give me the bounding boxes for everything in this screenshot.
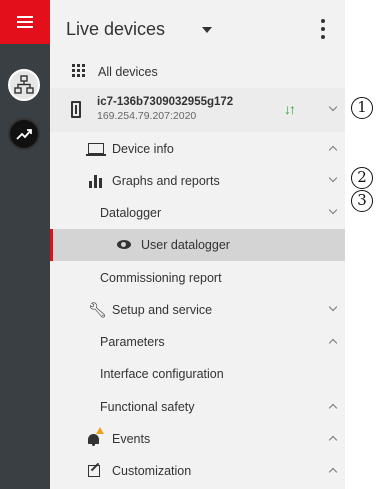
- callout-3: 3: [351, 190, 373, 212]
- chevron-down-icon[interactable]: [328, 173, 338, 183]
- menu-label: Setup and service: [112, 303, 213, 317]
- bar-chart-icon: [89, 174, 103, 188]
- chevron-up-icon[interactable]: [328, 435, 338, 445]
- menu-label: User datalogger: [141, 238, 230, 252]
- network-topology-button[interactable]: [8, 69, 40, 101]
- chevron-up-icon[interactable]: [328, 338, 338, 348]
- device-name: ic7-136b7309032955g172: [97, 96, 234, 108]
- menu-label: Commissioning report: [100, 271, 222, 285]
- menu-item-setup-service[interactable]: 🔧︎ Setup and service: [50, 294, 345, 326]
- chevron-down-icon[interactable]: [328, 302, 338, 312]
- menu-item-functional-safety[interactable]: Functional safety: [50, 391, 345, 423]
- callout-1: 1: [351, 97, 373, 119]
- menu-item-user-datalogger[interactable]: User datalogger: [50, 229, 345, 261]
- all-devices-item[interactable]: All devices: [50, 56, 345, 88]
- all-devices-label: All devices: [98, 65, 158, 79]
- grid-icon: [72, 64, 86, 78]
- menu-item-interface-configuration[interactable]: Interface configuration: [50, 358, 345, 390]
- hamburger-icon: [17, 16, 33, 18]
- trend-button[interactable]: [8, 118, 40, 150]
- menu-label: Parameters: [100, 335, 165, 349]
- eye-icon: [117, 240, 131, 249]
- menu-label: Events: [112, 432, 151, 446]
- drive-device-icon: [71, 101, 81, 118]
- menu-item-datalogger[interactable]: Datalogger: [50, 197, 345, 229]
- left-rail: [0, 0, 50, 489]
- chevron-up-icon[interactable]: [328, 467, 338, 477]
- callout-2: 2: [351, 167, 373, 189]
- connection-status-icon: ↓↑: [284, 101, 296, 117]
- hamburger-menu-button[interactable]: [0, 0, 50, 44]
- menu-item-graphs-reports[interactable]: Graphs and reports: [50, 165, 345, 197]
- chevron-up-icon[interactable]: [328, 145, 338, 155]
- menu-label: Functional safety: [100, 400, 195, 414]
- hamburger-icon-bar: [17, 21, 33, 23]
- menu-label: Customization: [112, 464, 192, 478]
- page-title[interactable]: Live devices: [66, 19, 165, 40]
- edit-icon: [88, 465, 100, 477]
- device-item[interactable]: ic7-136b7309032955g172 169.254.79.207:20…: [50, 88, 345, 132]
- menu-item-parameters[interactable]: Parameters: [50, 326, 345, 358]
- menu-label: Device info: [112, 142, 174, 156]
- panel-header: Live devices: [50, 0, 345, 58]
- more-options-icon[interactable]: [320, 19, 326, 39]
- bell-icon: [88, 434, 99, 446]
- chevron-down-icon[interactable]: [202, 27, 212, 33]
- menu-label: Interface configuration: [100, 367, 224, 381]
- hamburger-icon-bar: [17, 26, 33, 28]
- chevron-down-icon[interactable]: [328, 102, 338, 112]
- menu-item-customization[interactable]: Customization: [50, 455, 345, 487]
- menu-item-commissioning-report[interactable]: Commissioning report: [50, 262, 345, 294]
- menu-label: Datalogger: [100, 206, 162, 220]
- active-indicator: [50, 229, 53, 261]
- chevron-up-icon[interactable]: [328, 403, 338, 413]
- trend-icon: [16, 129, 32, 140]
- device-ip: 169.254.79.207:2020: [97, 110, 197, 122]
- menu-item-device-info[interactable]: Device info: [50, 133, 345, 165]
- wrench-icon: 🔧︎: [88, 302, 108, 319]
- warning-icon: [96, 427, 104, 434]
- device-tree-panel: Live devices All devices ic7-136b7309032…: [50, 0, 345, 489]
- chevron-down-icon[interactable]: [328, 205, 338, 215]
- menu-item-events[interactable]: Events: [50, 423, 345, 455]
- monitor-icon: [86, 143, 106, 156]
- menu-label: Graphs and reports: [112, 174, 220, 188]
- network-icon: [14, 75, 34, 94]
